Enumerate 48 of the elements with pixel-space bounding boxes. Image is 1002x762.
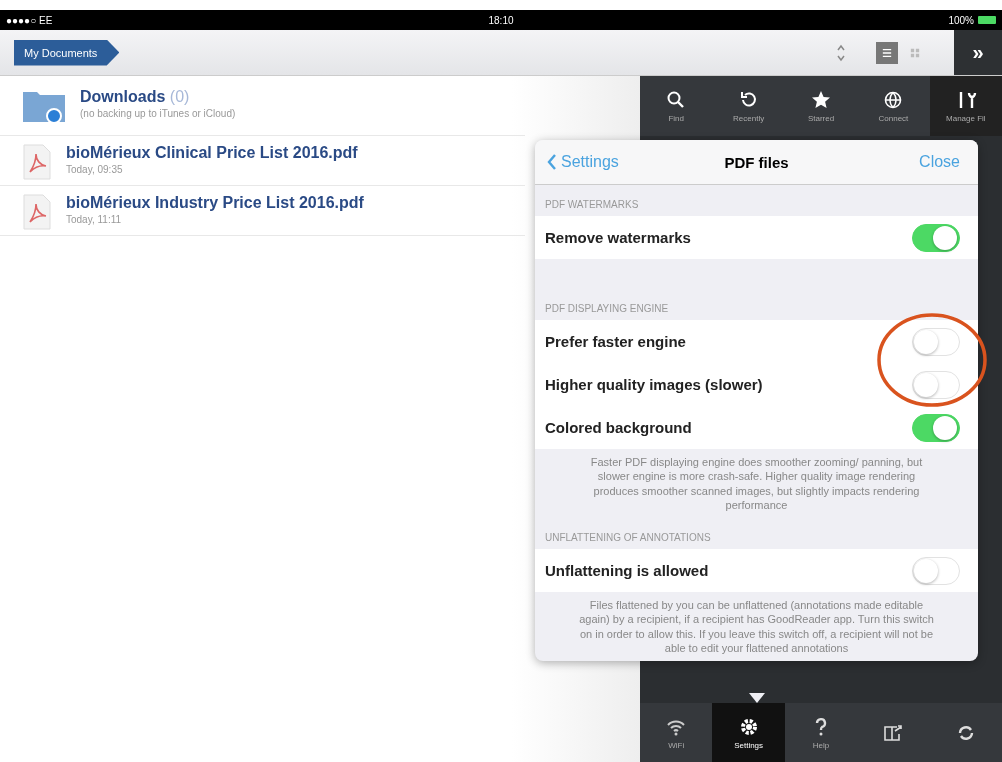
list-icon	[882, 46, 892, 59]
toolbar-button[interactable]: Settings	[712, 703, 785, 762]
toolbar-button[interactable]: Starred	[784, 76, 858, 136]
more-button[interactable]: »	[954, 30, 1002, 75]
popover-title: PDF files	[724, 153, 789, 171]
toolbar-button[interactable]: Help	[784, 703, 858, 762]
setting-label: Colored background	[545, 419, 692, 436]
book-arrow-icon	[882, 722, 905, 744]
toolbar-button[interactable]: Connect	[857, 76, 930, 136]
toggle-switch[interactable]	[912, 556, 960, 585]
toggle-switch[interactable]	[912, 413, 960, 442]
toggle-switch[interactable]	[912, 223, 960, 252]
section-footer-text: Files flattened by you can be unflattened (annotations made editable again) by a recipient, if a recipient has GoodReader app. Turn this switch on in order to allow this. If you leave this switch off, a recipient will not be able to edit your flattened annotations	[578, 598, 935, 657]
section-footer-text: Faster PDF displaying engine does smoother zooming/ panning, but slower engine is more crash-safe. Higher quality image rendering produces smoother scanned images, but slightly impacts rendering performance	[589, 455, 924, 513]
file-name: Downloads (0)	[80, 88, 191, 106]
setting-label: Prefer faster engine	[545, 333, 686, 350]
file-detail: Today, 11:11	[66, 214, 123, 225]
toolbar-button[interactable]: WiFi	[640, 703, 713, 762]
pdf-file-icon	[22, 144, 52, 180]
file-row[interactable]: bioMérieux Clinical Price List 2016.pdf Today, 09:35	[0, 136, 525, 186]
toggle-switch[interactable]	[912, 327, 960, 356]
file-name: bioMérieux Clinical Price List 2016.pdf	[66, 144, 358, 162]
section-header: UNFLATTENING OF ANNOTATIONS	[544, 531, 712, 546]
file-detail: Today, 09:35	[66, 164, 124, 175]
toolbar-button[interactable]: Recently	[712, 76, 785, 136]
setting-label: Unflattening is allowed	[545, 562, 709, 580]
toggle-switch[interactable]	[912, 370, 960, 399]
section-header: PDF DISPLAYING ENGINE	[544, 302, 670, 316]
popover-pointer	[749, 693, 765, 705]
chevron-left-icon	[547, 153, 557, 171]
carrier-label: ●●●●○ EE	[6, 14, 54, 26]
file-detail: (no backing up to iTunes or iCloud)	[80, 108, 236, 119]
setting-label: Remove watermarks	[545, 229, 691, 246]
file-row[interactable]: bioMérieux Industry Price List 2016.pdf Today, 11:11	[0, 186, 525, 236]
file-name: bioMérieux Industry Price List 2016.pdf	[66, 194, 364, 212]
section-header: PDF WATERMARKS	[544, 198, 640, 212]
setting-label: Higher quality images (slower)	[545, 376, 763, 393]
list-view-button[interactable]	[876, 41, 898, 64]
pdf-file-icon	[22, 194, 52, 230]
breadcrumb-button[interactable]: My Documents	[14, 39, 120, 66]
grid-icon	[910, 46, 920, 59]
clock-time: 18:10	[488, 14, 514, 26]
toolbar-button[interactable]: Find	[640, 76, 713, 136]
battery-icon	[978, 16, 996, 24]
star-icon	[810, 89, 832, 111]
file-row[interactable]: Downloads (0) (no backing up to iTunes or iCloud)	[0, 76, 525, 136]
toolbar-button[interactable]: Manage Fil	[929, 76, 1002, 136]
battery-percentage: 100%	[948, 14, 974, 26]
